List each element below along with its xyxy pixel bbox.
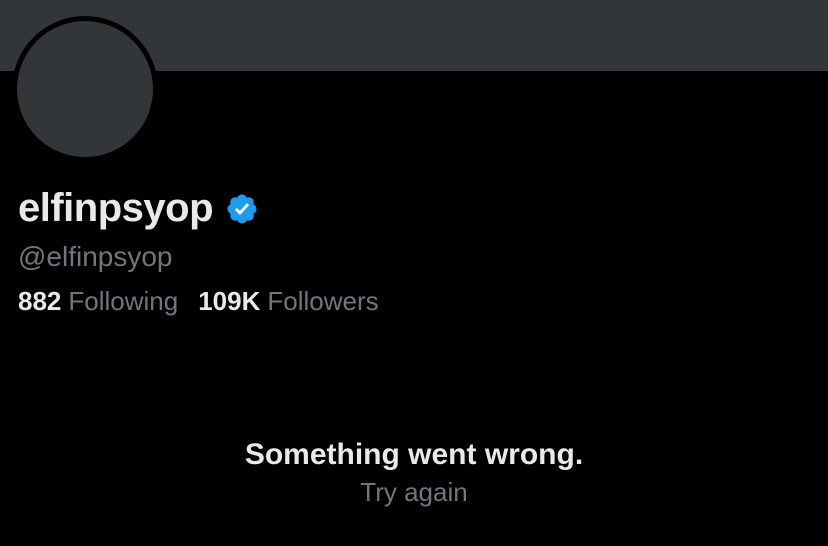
avatar[interactable] <box>12 16 158 162</box>
profile-stats: 882 Following 109K Followers <box>18 284 399 318</box>
followers-link[interactable]: 109K Followers <box>198 284 378 318</box>
following-count: 882 <box>18 286 62 316</box>
followers-count: 109K <box>198 286 261 316</box>
try-again-button[interactable]: Try again <box>360 476 467 508</box>
following-link[interactable]: 882 Following <box>18 284 178 318</box>
followers-label: Followers <box>267 286 379 316</box>
verified-badge-icon[interactable] <box>225 192 259 226</box>
error-state: Something went wrong. Try again <box>0 436 828 508</box>
display-name: elfinpsyop <box>18 186 214 230</box>
profile-handle: @elfinpsyop <box>18 241 173 272</box>
error-message: Something went wrong. <box>244 438 584 471</box>
profile-screen: elfinpsyop @elfinpsyop 882 Following 109… <box>0 0 828 546</box>
following-label: Following <box>68 286 179 316</box>
profile-name-row: elfinpsyop <box>18 184 259 232</box>
